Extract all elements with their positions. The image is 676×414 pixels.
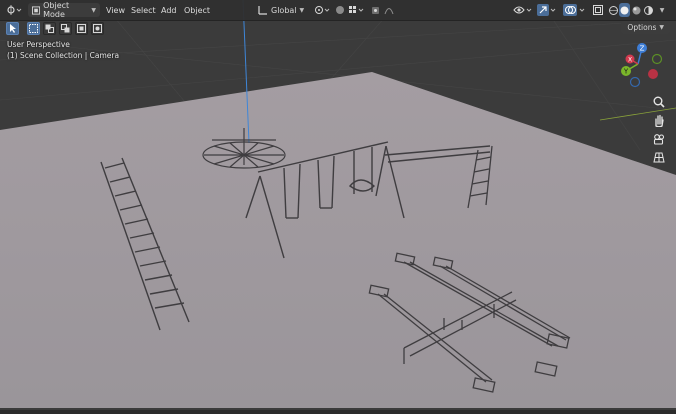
snap-element-dropdown[interactable]: [346, 3, 366, 17]
xray-icon: [593, 5, 603, 15]
view-perspective-label: User Perspective: [7, 40, 70, 49]
shading-wireframe-button[interactable]: [608, 3, 618, 17]
viewport-header: Object Mode ▼ View Select Add Object Glo…: [0, 0, 676, 21]
gizmo-icon: [537, 4, 556, 16]
select-intersect-button[interactable]: [91, 21, 104, 35]
status-bar: [0, 410, 676, 414]
xray-toggle[interactable]: [592, 3, 604, 17]
navigation-gizmo[interactable]: Z Y X: [606, 38, 670, 94]
proportional-edit-icon: [371, 6, 379, 14]
proportional-falloff-dropdown[interactable]: [382, 3, 396, 17]
select-box-icon: [29, 23, 38, 33]
shading-options-dropdown[interactable]: ▼: [656, 3, 668, 17]
chevron-down-icon: ▼: [659, 6, 665, 14]
gizmo-neg-y-handle[interactable]: [651, 53, 663, 65]
editor-type-dropdown[interactable]: [4, 3, 24, 17]
hand-pan-icon: [655, 114, 664, 127]
gizmo-y-label: Y: [623, 68, 629, 76]
gizmo-x-label: X: [628, 57, 632, 64]
shading-rendered-button[interactable]: [643, 3, 653, 17]
select-mode-toolbar: [6, 21, 104, 35]
snap-icon: [336, 6, 344, 14]
shading-material-icon: [632, 6, 640, 14]
chevron-down-icon: ▼: [299, 6, 305, 14]
chevron-down-icon: ▼: [659, 24, 664, 31]
menu-view[interactable]: View: [103, 3, 128, 17]
falloff-curve-icon: [384, 8, 394, 15]
cursor-arrow-icon: [9, 23, 16, 33]
options-dropdown[interactable]: Options ▼: [621, 21, 670, 34]
select-extend-icon: [45, 24, 54, 33]
shading-solid-icon: [620, 6, 629, 14]
shading-solid-button[interactable]: [619, 3, 630, 17]
editor-type-icon: [7, 5, 22, 15]
transform-orientation-icon: [258, 6, 267, 15]
viewport-scene[interactable]: [0, 0, 676, 414]
visibility-dropdown[interactable]: [512, 3, 534, 17]
gizmo-neg-z-handle[interactable]: [629, 76, 641, 88]
select-intersect-icon: [93, 23, 102, 33]
blender-3d-viewport-app: Object Mode ▼ View Select Add Object Glo…: [0, 0, 676, 414]
select-subtract-button[interactable]: [59, 21, 72, 35]
chevron-down-icon: ▼: [91, 6, 96, 14]
overlay-icon: [563, 4, 585, 16]
zoom-icon: [653, 96, 665, 108]
select-box-new-button[interactable]: [27, 21, 40, 35]
mode-dropdown[interactable]: Object Mode ▼: [28, 1, 100, 19]
select-tool-button[interactable]: [6, 21, 19, 35]
orientation-label: Global: [271, 5, 297, 15]
pivot-dropdown[interactable]: [312, 3, 332, 17]
grid-view-icon: [653, 152, 665, 162]
object-mode-icon: [32, 5, 41, 15]
zoom-button[interactable]: [650, 94, 668, 110]
gizmo-toggle[interactable]: [536, 3, 558, 17]
select-extend-button[interactable]: [43, 21, 56, 35]
shading-material-button[interactable]: [631, 3, 641, 17]
menu-select[interactable]: Select: [128, 3, 159, 17]
options-label: Options: [627, 23, 657, 32]
camera-view-button[interactable]: [650, 131, 668, 147]
perspective-toggle-button[interactable]: [650, 149, 668, 165]
snap-element-icon: [349, 6, 364, 13]
shading-wire-icon: [608, 5, 618, 15]
active-collection-label: (1) Scene Collection | Camera: [7, 51, 120, 60]
viewport-canvas[interactable]: [0, 0, 676, 414]
proportional-edit-toggle[interactable]: [370, 3, 380, 17]
pivot-icon: [315, 6, 330, 14]
visibility-icon: [513, 6, 532, 14]
menu-object[interactable]: Object: [181, 3, 213, 17]
menu-add[interactable]: Add: [158, 3, 180, 17]
pan-button[interactable]: [650, 112, 668, 128]
select-invert-button[interactable]: [75, 21, 88, 35]
transform-orientation-dropdown[interactable]: Global ▼: [258, 3, 304, 17]
select-invert-icon: [77, 23, 86, 33]
select-subtract-icon: [61, 23, 70, 32]
gizmo-z-label: Z: [640, 45, 645, 53]
gizmo-neg-x-handle[interactable]: [648, 69, 658, 79]
camera-view-icon: [653, 133, 665, 145]
shading-rendered-icon: [643, 5, 653, 15]
snap-toggle[interactable]: [334, 3, 346, 17]
overlay-toggle[interactable]: [562, 3, 588, 17]
mode-label: Object Mode: [43, 1, 70, 19]
